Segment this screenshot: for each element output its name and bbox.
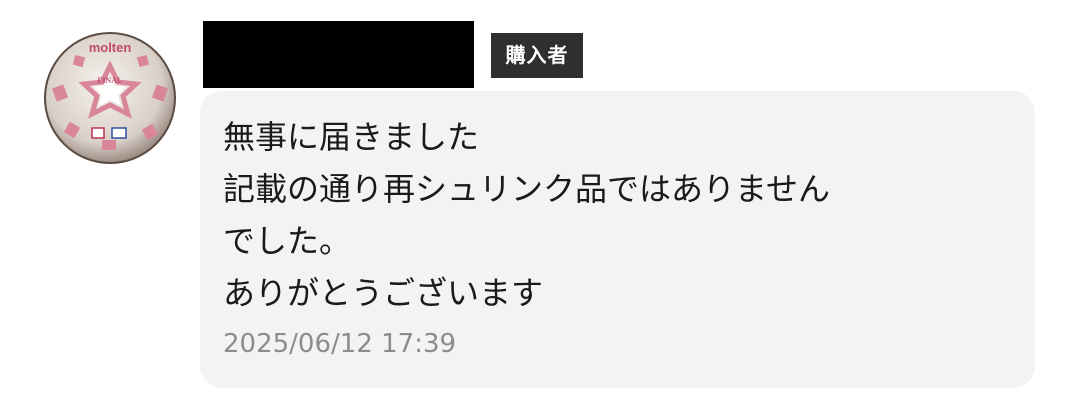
message-text: 無事に届きました 記載の通り再シュリンク品ではありません でした。 ありがとうご… — [223, 111, 1023, 319]
message-bubble: 無事に届きました 記載の通り再シュリンク品ではありません でした。 ありがとうご… — [200, 91, 1035, 388]
message-timestamp: 2025/06/12 17:39 — [223, 329, 457, 359]
user-avatar[interactable]: molten FINAL — [44, 32, 176, 164]
redacted-username — [203, 21, 474, 88]
message-line: ありがとうございます — [223, 274, 544, 312]
ball-logo-text: molten — [89, 40, 132, 55]
soccer-ball-avatar-icon: molten FINAL — [44, 32, 176, 164]
review-item: molten FINAL 購入者 無事に届きました 記載の通り再シュリンク品では… — [0, 0, 1080, 412]
buyer-badge: 購入者 — [491, 33, 583, 78]
ball-emblem-text: FINAL — [98, 76, 123, 85]
message-line: 記載の通り再シュリンク品ではありません — [223, 170, 831, 208]
message-line: でした。 — [223, 222, 352, 260]
message-line: 無事に届きました — [223, 118, 480, 156]
